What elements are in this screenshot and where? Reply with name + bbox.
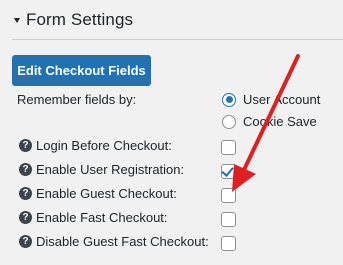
checkbox-enable-fast-checkout[interactable] xyxy=(221,212,236,227)
radio-cookie-save[interactable]: Cookie Save xyxy=(222,114,317,129)
checkbox-disable-guest-fast-checkout[interactable] xyxy=(221,236,236,251)
field-label: Login Before Checkout: xyxy=(36,138,172,153)
question-circle-icon[interactable]: ? xyxy=(19,211,32,224)
question-circle-icon[interactable]: ? xyxy=(19,139,32,152)
radio-button-checked[interactable] xyxy=(222,92,236,107)
radio-button[interactable] xyxy=(222,114,236,129)
field-label: Enable Guest Checkout: xyxy=(36,186,177,201)
form-settings-panel: Form Settings Edit Checkout Fields Remem… xyxy=(0,0,343,265)
field-enable-fast-checkout: ? Enable Fast Checkout: xyxy=(19,210,168,225)
checkbox-enable-user-registration[interactable] xyxy=(221,164,236,179)
radio-user-account[interactable]: User Account xyxy=(222,92,320,107)
question-circle-icon[interactable]: ? xyxy=(19,163,32,176)
field-label: Disable Guest Fast Checkout: xyxy=(36,234,209,249)
section-header[interactable]: Form Settings xyxy=(14,10,133,30)
checkbox-login-before-checkout[interactable] xyxy=(221,140,236,155)
remember-fields-label: Remember fields by: xyxy=(17,92,137,107)
checkbox-enable-guest-checkout[interactable] xyxy=(221,188,236,203)
checkmark-icon xyxy=(221,164,234,177)
field-label: Enable User Registration: xyxy=(36,162,185,177)
field-enable-guest-checkout: ? Enable Guest Checkout: xyxy=(19,186,177,201)
radio-label-cookie-save: Cookie Save xyxy=(243,114,317,129)
field-label: Enable Fast Checkout: xyxy=(36,210,168,225)
field-login-before-checkout: ? Login Before Checkout: xyxy=(19,138,172,153)
section-title: Form Settings xyxy=(26,10,134,29)
radio-label-user-account: User Account xyxy=(243,92,321,107)
field-disable-guest-fast-checkout: ? Disable Guest Fast Checkout: xyxy=(19,234,209,249)
edit-checkout-fields-button[interactable]: Edit Checkout Fields xyxy=(12,55,151,86)
field-enable-user-registration: ? Enable User Registration: xyxy=(19,162,184,177)
section-divider xyxy=(12,39,343,40)
question-circle-icon[interactable]: ? xyxy=(19,235,32,248)
question-circle-icon[interactable]: ? xyxy=(19,187,32,200)
triangle-down-icon xyxy=(14,18,20,23)
